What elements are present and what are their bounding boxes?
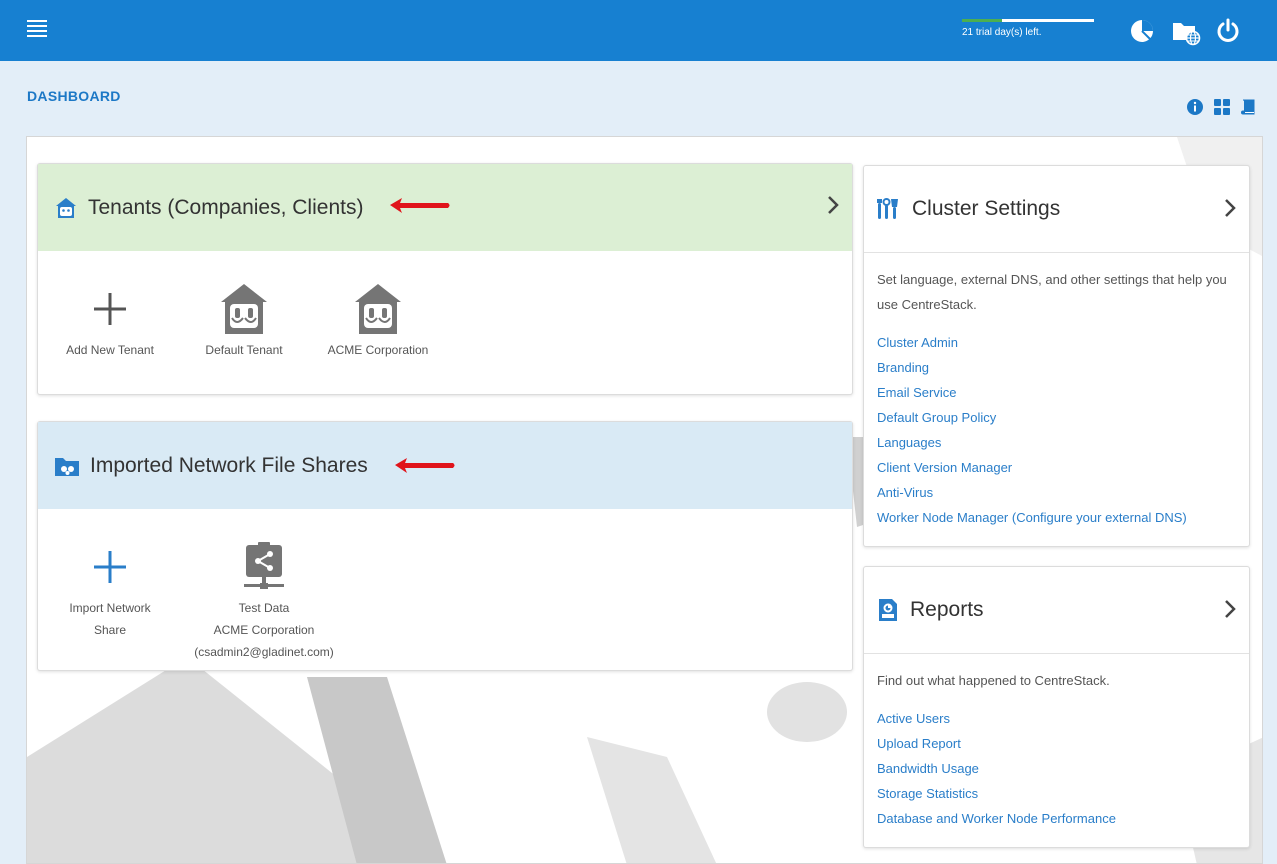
power-icon[interactable] (1215, 18, 1241, 44)
trial-status: 21 trial day(s) left. (962, 19, 1094, 38)
book-icon[interactable] (1240, 98, 1258, 116)
network-shares-card: Imported Network File Shares Import Netw… (37, 421, 853, 671)
reports-description: Find out what happened to CentreStack. (877, 673, 1110, 688)
tools-icon (877, 198, 898, 219)
tile-label: ACME Corporation (327, 343, 429, 357)
report-document-icon (879, 599, 897, 621)
plus-icon (94, 551, 126, 583)
tile-label-line1: Import Network (69, 601, 151, 615)
shared-folder-icon (55, 457, 79, 476)
link-worker-node-manager[interactable]: Worker Node Manager (Configure your exte… (877, 505, 1236, 530)
network-shares-tiles: Import Network Share Test Data ACME Corp… (38, 509, 852, 659)
link-database-worker-performance[interactable]: Database and Worker Node Performance (877, 806, 1236, 831)
tenants-house-icon (56, 197, 76, 218)
chevron-right-icon[interactable] (1223, 598, 1237, 620)
network-share-icon (244, 542, 284, 589)
link-client-version-manager[interactable]: Client Version Manager (877, 455, 1236, 480)
link-cluster-admin[interactable]: Cluster Admin (877, 330, 1236, 355)
hamburger-menu-icon[interactable] (27, 20, 47, 38)
network-shares-card-title: Imported Network File Shares (90, 453, 368, 477)
trial-progress-fill (962, 19, 1002, 22)
reports-panel: Reports Find out what happened to Centre… (863, 566, 1250, 848)
page-title: DASHBOARD (27, 88, 121, 104)
top-navigation-bar: 21 trial day(s) left. (0, 0, 1277, 61)
link-branding[interactable]: Branding (877, 355, 1236, 380)
trial-days-left-text: 21 trial day(s) left. (962, 27, 1042, 38)
annotation-arrow-icon (395, 458, 455, 473)
view-toolbar (1186, 98, 1258, 116)
link-storage-statistics[interactable]: Storage Statistics (877, 781, 1236, 806)
plus-icon (94, 293, 126, 325)
info-icon[interactable] (1186, 98, 1204, 116)
tile-label: Default Tenant (205, 343, 283, 357)
link-active-users[interactable]: Active Users (877, 706, 1236, 731)
tenants-card-header[interactable]: Tenants (Companies, Clients) (38, 164, 852, 251)
reports-title: Reports (910, 598, 984, 621)
tile-label-line1: Test Data (238, 601, 290, 615)
dashboard-content: Tenants (Companies, Clients) Add New Ten… (26, 136, 1263, 864)
default-tenant-tile[interactable]: Default Tenant (184, 279, 304, 361)
cluster-settings-panel: Cluster Settings Set language, external … (863, 165, 1250, 547)
acme-corporation-tile[interactable]: ACME Corporation (318, 279, 438, 361)
link-email-service[interactable]: Email Service (877, 380, 1236, 405)
tenants-card-title: Tenants (Companies, Clients) (88, 195, 364, 219)
tile-label-line3: (csadmin2@gladinet.com) (194, 645, 334, 659)
reports-links: Active Users Upload Report Bandwidth Usa… (877, 706, 1236, 831)
link-upload-report[interactable]: Upload Report (877, 731, 1236, 756)
tenants-tiles: Add New Tenant Default Tenant ACME Corpo… (38, 251, 852, 391)
add-new-tenant-tile[interactable]: Add New Tenant (50, 279, 170, 361)
folder-globe-icon[interactable] (1171, 18, 1201, 46)
link-languages[interactable]: Languages (877, 430, 1236, 455)
chevron-right-icon[interactable] (1223, 197, 1237, 219)
cluster-settings-links: Cluster Admin Branding Email Service Def… (877, 330, 1236, 530)
cluster-settings-description: Set language, external DNS, and other se… (877, 272, 1227, 312)
network-shares-card-header[interactable]: Imported Network File Shares (38, 422, 852, 509)
tile-label-line2: ACME Corporation (213, 623, 315, 637)
grid-view-icon[interactable] (1213, 98, 1231, 116)
annotation-arrow-icon (390, 198, 450, 213)
test-data-share-tile[interactable]: Test Data ACME Corporation (csadmin2@gla… (194, 537, 334, 663)
tenant-house-icon (221, 284, 267, 334)
import-network-share-tile[interactable]: Import Network Share (50, 537, 170, 641)
tenant-house-icon (355, 284, 401, 334)
tile-label: Add New Tenant (66, 343, 154, 357)
cluster-settings-title: Cluster Settings (912, 197, 1061, 220)
tile-label-line2: Share (93, 623, 127, 637)
link-bandwidth-usage[interactable]: Bandwidth Usage (877, 756, 1236, 781)
chevron-right-icon[interactable] (826, 194, 840, 216)
tenants-card: Tenants (Companies, Clients) Add New Ten… (37, 163, 853, 395)
cluster-settings-header[interactable]: Cluster Settings (864, 166, 1249, 253)
reports-header[interactable]: Reports (864, 567, 1249, 654)
pie-chart-icon[interactable] (1129, 18, 1155, 44)
link-anti-virus[interactable]: Anti-Virus (877, 480, 1236, 505)
trial-progress-bar (962, 19, 1094, 22)
link-default-group-policy[interactable]: Default Group Policy (877, 405, 1236, 430)
